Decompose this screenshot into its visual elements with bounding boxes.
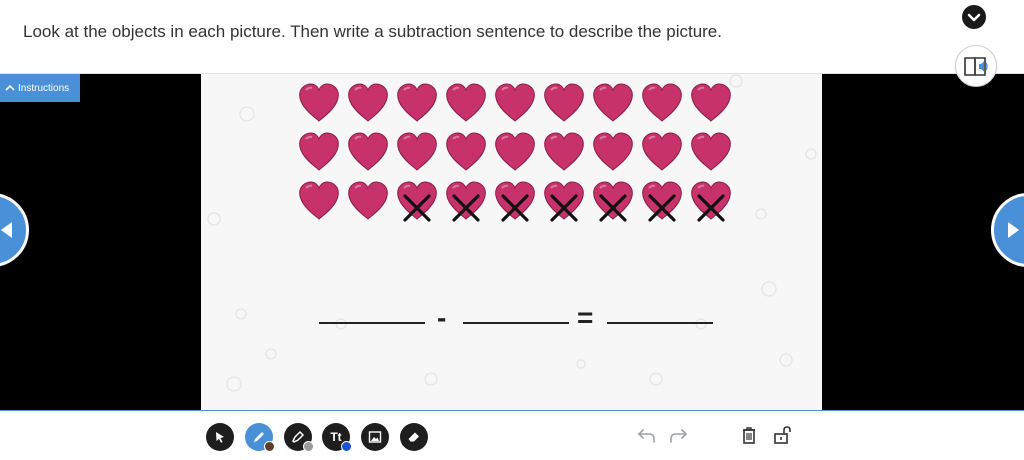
text-color-swatch[interactable] bbox=[341, 441, 352, 452]
crossed-heart bbox=[446, 181, 486, 222]
next-page-button[interactable] bbox=[991, 193, 1024, 267]
crossed-heart bbox=[397, 181, 437, 222]
heart bbox=[691, 83, 731, 122]
equals-sign: = bbox=[577, 302, 594, 333]
chevron-down-icon bbox=[967, 13, 981, 22]
collapse-header-button[interactable] bbox=[962, 5, 986, 29]
pen-color-swatch[interactable] bbox=[264, 441, 275, 452]
heart bbox=[348, 181, 388, 220]
text-tool-label: Tt bbox=[330, 430, 342, 444]
previous-page-button[interactable] bbox=[0, 193, 29, 267]
pen-tool-button[interactable] bbox=[245, 423, 275, 452]
heart bbox=[397, 132, 437, 171]
crossed-heart bbox=[691, 181, 731, 222]
heart bbox=[691, 132, 731, 171]
heart bbox=[544, 83, 584, 122]
heart bbox=[348, 83, 388, 122]
select-tool-button[interactable] bbox=[206, 423, 234, 451]
instruction-text: Look at the objects in each picture. The… bbox=[23, 22, 722, 41]
heart-row bbox=[296, 80, 734, 129]
eraser-icon bbox=[408, 432, 419, 442]
crossed-heart bbox=[642, 181, 682, 222]
crossed-heart bbox=[544, 181, 584, 222]
highlighter-tool-button[interactable] bbox=[284, 423, 314, 452]
heart-row bbox=[296, 178, 734, 227]
image-icon bbox=[368, 431, 382, 443]
heart bbox=[495, 83, 535, 122]
minus-sign: - bbox=[437, 302, 447, 333]
heart-row bbox=[296, 129, 734, 178]
triangle-right-icon bbox=[1008, 222, 1019, 238]
instructions-label: Instructions bbox=[18, 82, 70, 94]
unlock-icon[interactable] bbox=[771, 424, 793, 446]
activity-canvas[interactable]: - = bbox=[201, 74, 822, 410]
image-tool-button[interactable] bbox=[361, 423, 389, 451]
heart bbox=[544, 132, 584, 171]
annotation-toolbar: Tt bbox=[0, 410, 1024, 460]
heart bbox=[299, 181, 339, 220]
triangle-left-icon bbox=[1, 222, 12, 238]
instruction-header: Look at the objects in each picture. The… bbox=[0, 0, 1024, 74]
crossed-heart bbox=[495, 181, 535, 222]
crossed-heart bbox=[593, 181, 633, 222]
heart bbox=[642, 132, 682, 171]
trash-icon[interactable] bbox=[738, 424, 760, 446]
instructions-toggle[interactable]: Instructions bbox=[0, 74, 80, 102]
heart bbox=[642, 83, 682, 122]
heart bbox=[299, 83, 339, 122]
heart bbox=[446, 83, 486, 122]
answer-blank-subtrahend[interactable] bbox=[463, 322, 569, 324]
book-audio-icon bbox=[964, 57, 988, 76]
cursor-icon bbox=[216, 432, 224, 443]
chevron-up-icon bbox=[5, 84, 15, 91]
text-tool-button[interactable]: Tt bbox=[322, 423, 352, 452]
subtraction-sentence: - = bbox=[201, 302, 822, 342]
heart bbox=[446, 132, 486, 171]
heart bbox=[495, 132, 535, 171]
read-aloud-button[interactable] bbox=[955, 45, 997, 87]
redo-icon[interactable] bbox=[667, 424, 689, 446]
heart bbox=[397, 83, 437, 122]
heart bbox=[593, 132, 633, 171]
eraser-tool-button[interactable] bbox=[400, 423, 428, 451]
answer-blank-difference[interactable] bbox=[607, 322, 713, 324]
hearts-group bbox=[296, 80, 734, 227]
heart bbox=[348, 132, 388, 171]
highlighter-color-swatch[interactable] bbox=[303, 441, 314, 452]
heart bbox=[593, 83, 633, 122]
heart bbox=[299, 132, 339, 171]
undo-icon[interactable] bbox=[636, 424, 658, 446]
answer-blank-minuend[interactable] bbox=[319, 322, 425, 324]
